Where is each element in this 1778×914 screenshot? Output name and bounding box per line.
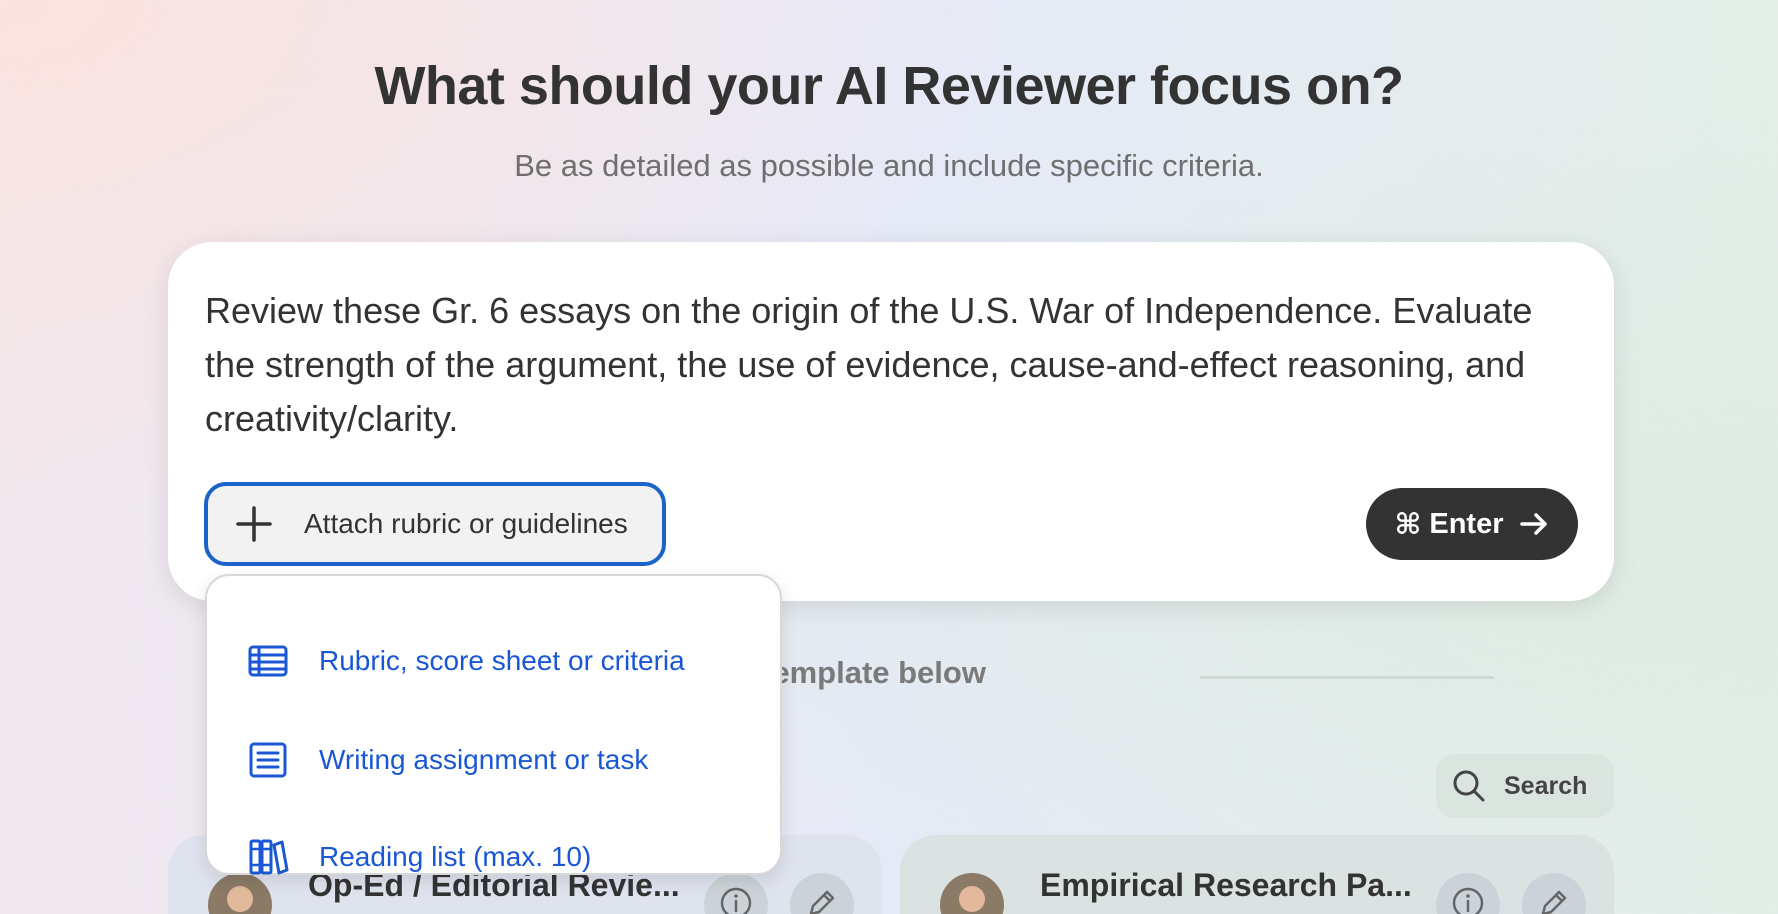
pencil-icon (805, 886, 839, 914)
document-lines-icon (247, 739, 289, 781)
info-button[interactable] (1436, 873, 1500, 914)
avatar (940, 873, 1004, 914)
search-button[interactable]: Search (1436, 754, 1614, 818)
template-name: Empirical Research Pa... (1040, 867, 1412, 903)
edit-button[interactable] (790, 873, 854, 914)
table-icon (247, 640, 289, 682)
prompt-textarea[interactable]: Review these Gr. 6 essays on the origin … (205, 284, 1585, 446)
page-subtitle: Be as detailed as possible and include s… (514, 148, 1264, 183)
search-label: Search (1504, 771, 1588, 800)
attach-rubric-label: Attach rubric or guidelines (304, 508, 628, 539)
attach-rubric-button[interactable]: Attach rubric or guidelines (204, 482, 666, 566)
pencil-icon (1537, 886, 1571, 914)
arrow-right-icon (1518, 508, 1550, 540)
command-key-icon: ⌘ (1394, 508, 1422, 541)
enter-button[interactable]: ⌘ Enter (1366, 488, 1578, 560)
menu-item-label: Writing assignment or task (319, 744, 649, 775)
template-card[interactable]: Empirical Research Pa... (900, 835, 1614, 914)
attach-dropdown-menu: Rubric, score sheet or criteria Writing … (205, 574, 782, 875)
books-icon (247, 836, 289, 878)
menu-item-label: Reading list (max. 10) (319, 841, 592, 872)
prompt-card: Review these Gr. 6 essays on the origin … (168, 242, 1614, 601)
menu-item-writing-assignment[interactable]: Writing assignment or task (207, 725, 780, 795)
edit-button[interactable] (1522, 873, 1586, 914)
menu-item-reading-list[interactable]: Reading list (max. 10) (207, 822, 780, 892)
search-icon (1452, 769, 1486, 803)
menu-item-rubric[interactable]: Rubric, score sheet or criteria (207, 626, 780, 696)
divider-line (1200, 676, 1494, 679)
enter-label: Enter (1429, 507, 1504, 540)
info-icon (1451, 886, 1485, 914)
menu-item-label: Rubric, score sheet or criteria (319, 645, 685, 676)
plus-icon (234, 504, 274, 544)
page-title: What should your AI Reviewer focus on? (374, 56, 1404, 116)
